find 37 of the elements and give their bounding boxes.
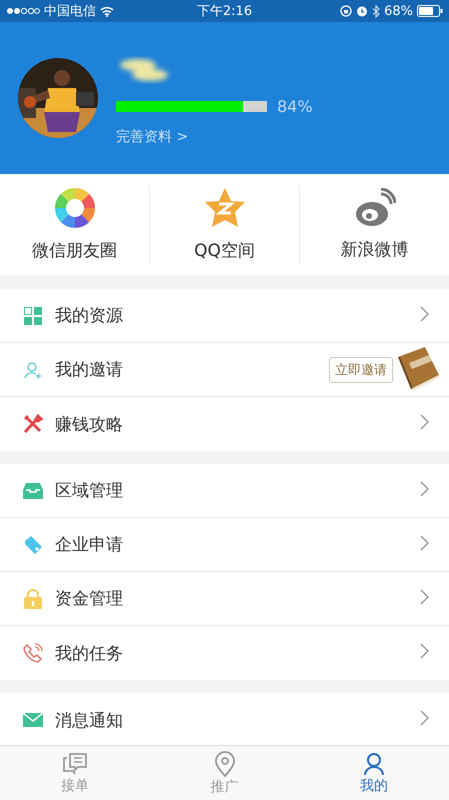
star-icon [204,187,246,229]
tag-icon [23,534,43,554]
share-option[interactable]: 新浪微博 [300,184,449,265]
tab[interactable]: 我的 [299,746,449,800]
battery-icon [417,5,444,17]
chevron-right-icon [420,306,429,322]
chevron-right-icon [420,643,429,659]
share-option[interactable]: QQ空间 [150,184,300,265]
battery-percent: 68% [384,4,414,18]
chevron-right-icon [420,414,429,430]
aperture-icon [54,187,96,229]
person-icon [363,752,386,776]
chat-icon [62,752,88,776]
lock-icon [24,588,42,608]
mail-icon [23,713,43,727]
grid-icon [24,306,42,324]
weibo-eye-icon [354,188,396,228]
chevron-right-icon [420,588,429,604]
alarm-icon [356,5,368,17]
carrier-name: 中国电信 [44,3,96,20]
chevron-right-icon [420,480,429,496]
rotation-lock-icon [340,5,352,17]
book-icon [395,344,441,390]
wifi-icon [100,6,114,16]
progress-percent: 84% [277,96,313,116]
tools-icon [23,414,43,434]
inbox-icon [23,482,43,498]
user-add-icon [24,360,42,378]
share-option[interactable]: 微信朋友圈 [0,184,150,265]
invite-now-button[interactable]: 立即邀请 [329,356,393,382]
bluetooth-icon [372,4,380,18]
phone-icon [23,643,43,663]
location-pin-icon [214,750,236,776]
clock-time: 下午2:16 [196,3,252,20]
chevron-right-icon [420,710,429,726]
chevron-right-icon [420,534,429,550]
signal-icon [6,7,40,15]
